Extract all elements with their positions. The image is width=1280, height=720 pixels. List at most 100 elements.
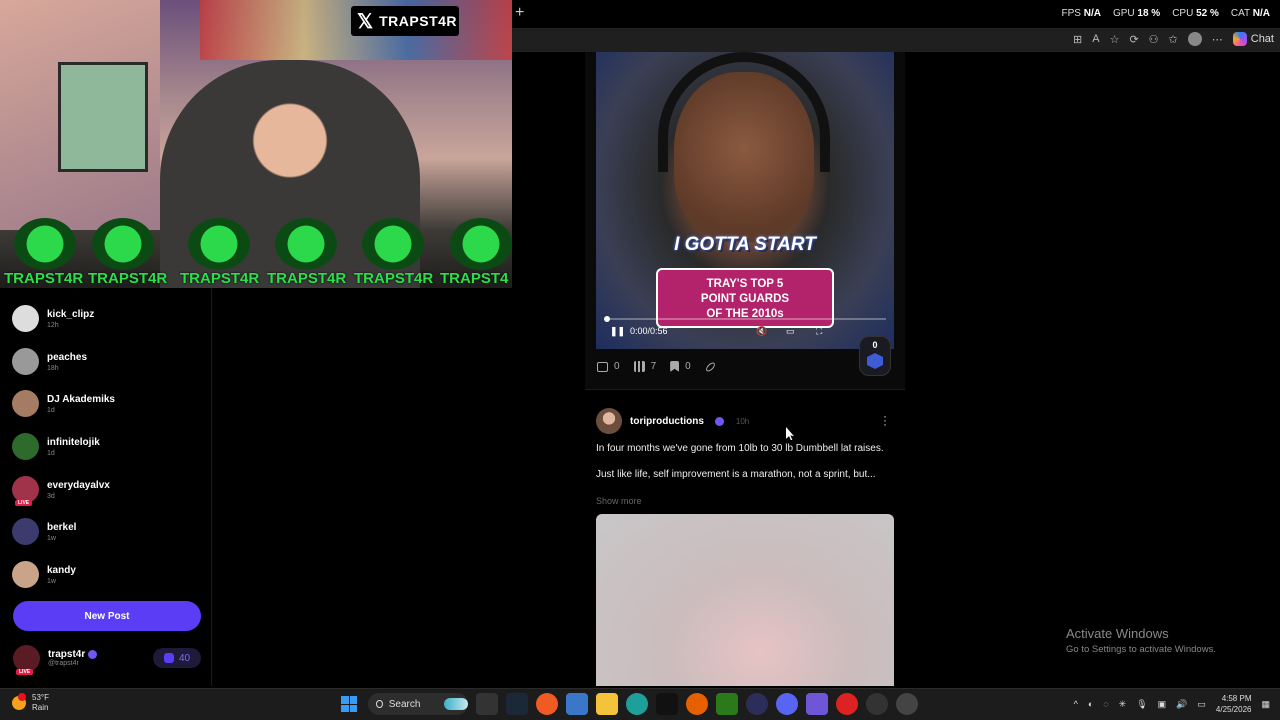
discord-icon[interactable] bbox=[776, 693, 798, 715]
card-line: POINT GUARDS bbox=[700, 293, 790, 305]
avatar[interactable] bbox=[596, 408, 622, 434]
avatar bbox=[12, 561, 39, 588]
sidebar-user[interactable]: DJ Akademiks 1d bbox=[12, 390, 115, 417]
webcam-tag: TRAPST4R bbox=[354, 270, 434, 287]
app-icon[interactable] bbox=[746, 693, 768, 715]
split-screen-icon[interactable]: ⊞ bbox=[1073, 33, 1082, 46]
weather-icon bbox=[12, 693, 26, 710]
progress-handle[interactable] bbox=[604, 316, 610, 322]
edge-icon[interactable] bbox=[626, 693, 648, 715]
comment-button[interactable]: 0 bbox=[597, 361, 620, 372]
read-aloud-icon[interactable]: A bbox=[1092, 33, 1099, 45]
avatar: LIVE bbox=[12, 476, 39, 506]
sidebar-user[interactable]: peaches 18h bbox=[12, 348, 87, 375]
webcam-tag: TRAPST4R bbox=[88, 270, 168, 287]
steam-icon[interactable] bbox=[506, 693, 528, 715]
tiktok-icon[interactable] bbox=[656, 693, 678, 715]
copilot-icon bbox=[1232, 32, 1247, 46]
chat-label: Chat bbox=[1250, 33, 1274, 45]
app-icon[interactable] bbox=[896, 693, 918, 715]
sidebar-user[interactable]: infinitelojik 1d bbox=[12, 433, 100, 460]
app-grid-icon[interactable] bbox=[806, 693, 828, 715]
shield-icon[interactable]: ⚇ bbox=[1149, 33, 1159, 46]
post-media[interactable] bbox=[596, 514, 894, 686]
sidebar-user[interactable]: kandy 1w bbox=[12, 561, 76, 588]
brave-icon[interactable] bbox=[536, 693, 558, 715]
webcam-overlay: 𝕏 TRAPST4R TRAPST4R TRAPST4R TRAPST4R TR… bbox=[0, 0, 512, 288]
points-badge[interactable]: 40 bbox=[153, 648, 201, 668]
favorites-icon[interactable]: ✩ bbox=[1169, 33, 1178, 46]
notifications-icon[interactable]: ▦ bbox=[1261, 699, 1270, 710]
user-time: 1w bbox=[47, 534, 56, 542]
video-player[interactable]: I GOTTA START TRAY'S TOP 5 POINT GUARDS … bbox=[596, 52, 894, 349]
tray-app-icon[interactable]: ◌ bbox=[1103, 699, 1108, 709]
new-post-button[interactable]: New Post bbox=[13, 601, 201, 631]
sidebar-user[interactable]: kick_clipz 12h bbox=[12, 305, 94, 332]
extensions-icon[interactable]: ⟳ bbox=[1129, 33, 1138, 46]
user-time: 12h bbox=[47, 321, 59, 329]
file-explorer-icon[interactable] bbox=[596, 693, 618, 715]
sidebar-user[interactable]: LIVE everydayalvx 3d bbox=[12, 476, 110, 506]
current-user-name: trapst4r bbox=[48, 649, 86, 660]
kick-button[interactable]: 0 bbox=[859, 336, 891, 376]
clock-time: 4:58 PM bbox=[1221, 694, 1252, 703]
weather-widget[interactable]: 53°F Rain bbox=[12, 693, 49, 713]
user-time: 1w bbox=[47, 577, 56, 585]
x-handle-text: TRAPST4R bbox=[379, 13, 458, 29]
tray-app-icon[interactable]: ✳ bbox=[1119, 699, 1127, 710]
post-username[interactable]: toriproductions bbox=[630, 416, 704, 427]
more-menu-icon[interactable]: ⋯ bbox=[1212, 33, 1223, 46]
activate-windows-watermark: Activate Windows Go to Settings to activ… bbox=[1066, 626, 1216, 655]
pip-icon[interactable]: ▭ bbox=[786, 326, 795, 337]
new-tab-button[interactable]: + bbox=[515, 4, 524, 22]
pause-icon[interactable]: ❚❚ bbox=[610, 326, 625, 337]
system-tray: ^ ◐ ◌ ✳ 🎙 ▣ 🔊 ▭ 4:58 PM 4/25/2026 ▦ bbox=[1074, 693, 1270, 715]
sidebar-user[interactable]: berkel 1w bbox=[12, 518, 76, 545]
current-user[interactable]: LIVE trapst4r @trapst4r 40 bbox=[13, 642, 201, 675]
show-more-link[interactable]: Show more bbox=[596, 496, 642, 506]
live-badge: LIVE bbox=[16, 668, 34, 675]
perf-overlay: FPS N/A GPU 18 % CPU 52 % CAT N/A bbox=[1061, 8, 1270, 19]
views-stat: 7 bbox=[633, 361, 656, 372]
profile-avatar[interactable] bbox=[1187, 32, 1202, 46]
bookmark-count: 0 bbox=[685, 361, 691, 372]
share-link-button[interactable] bbox=[704, 360, 717, 373]
fullscreen-icon[interactable]: ⛶ bbox=[816, 326, 822, 337]
clock[interactable]: 4:58 PM 4/25/2026 bbox=[1216, 693, 1252, 715]
comment-count: 0 bbox=[614, 361, 620, 372]
avatar bbox=[12, 305, 39, 332]
video-caption: I GOTTA START bbox=[674, 234, 816, 255]
avatar: LIVE bbox=[13, 644, 40, 675]
mute-icon[interactable]: 🔇 bbox=[756, 326, 767, 337]
taskbar-search[interactable]: Search bbox=[368, 693, 468, 715]
app-icon[interactable] bbox=[836, 693, 858, 715]
notepad-icon[interactable] bbox=[566, 693, 588, 715]
tray-app-icon[interactable]: ◐ bbox=[1088, 699, 1093, 709]
bookmark-icon bbox=[670, 361, 680, 372]
live-badge: LIVE bbox=[15, 500, 33, 506]
green-face-icon bbox=[188, 218, 250, 270]
search-label: Search bbox=[388, 698, 421, 710]
obs-icon[interactable] bbox=[866, 693, 888, 715]
bookmark-button[interactable]: 0 bbox=[670, 361, 691, 372]
user-name: peaches bbox=[47, 351, 88, 363]
firefox-icon[interactable] bbox=[686, 693, 708, 715]
fps-stat: FPS N/A bbox=[1061, 8, 1101, 19]
start-button[interactable] bbox=[338, 693, 360, 715]
copilot-chat-button[interactable]: Chat bbox=[1232, 32, 1274, 46]
microphone-icon[interactable]: 🎙 bbox=[1136, 699, 1147, 710]
current-user-handle: @trapst4r bbox=[48, 660, 79, 667]
post-menu-icon[interactable]: · · · bbox=[883, 410, 887, 430]
user-time: 1d bbox=[47, 449, 55, 457]
volume-icon[interactable]: 🔊 bbox=[1176, 699, 1187, 710]
screen: 𝕏 TRAPST4R TRAPST4R TRAPST4R TRAPST4R TR… bbox=[0, 0, 1280, 720]
nvidia-icon[interactable] bbox=[716, 693, 738, 715]
task-view-icon[interactable] bbox=[476, 693, 498, 715]
network-icon[interactable]: ▣ bbox=[1158, 699, 1167, 710]
battery-icon[interactable]: ▭ bbox=[1197, 699, 1206, 710]
tray-chevron-icon[interactable]: ^ bbox=[1074, 699, 1078, 709]
user-name: kick_clipz bbox=[47, 308, 95, 320]
favorite-star-icon[interactable]: ☆ bbox=[1110, 33, 1120, 46]
taskbar-apps: Search bbox=[338, 693, 918, 715]
video-progress-bar[interactable] bbox=[604, 316, 886, 322]
